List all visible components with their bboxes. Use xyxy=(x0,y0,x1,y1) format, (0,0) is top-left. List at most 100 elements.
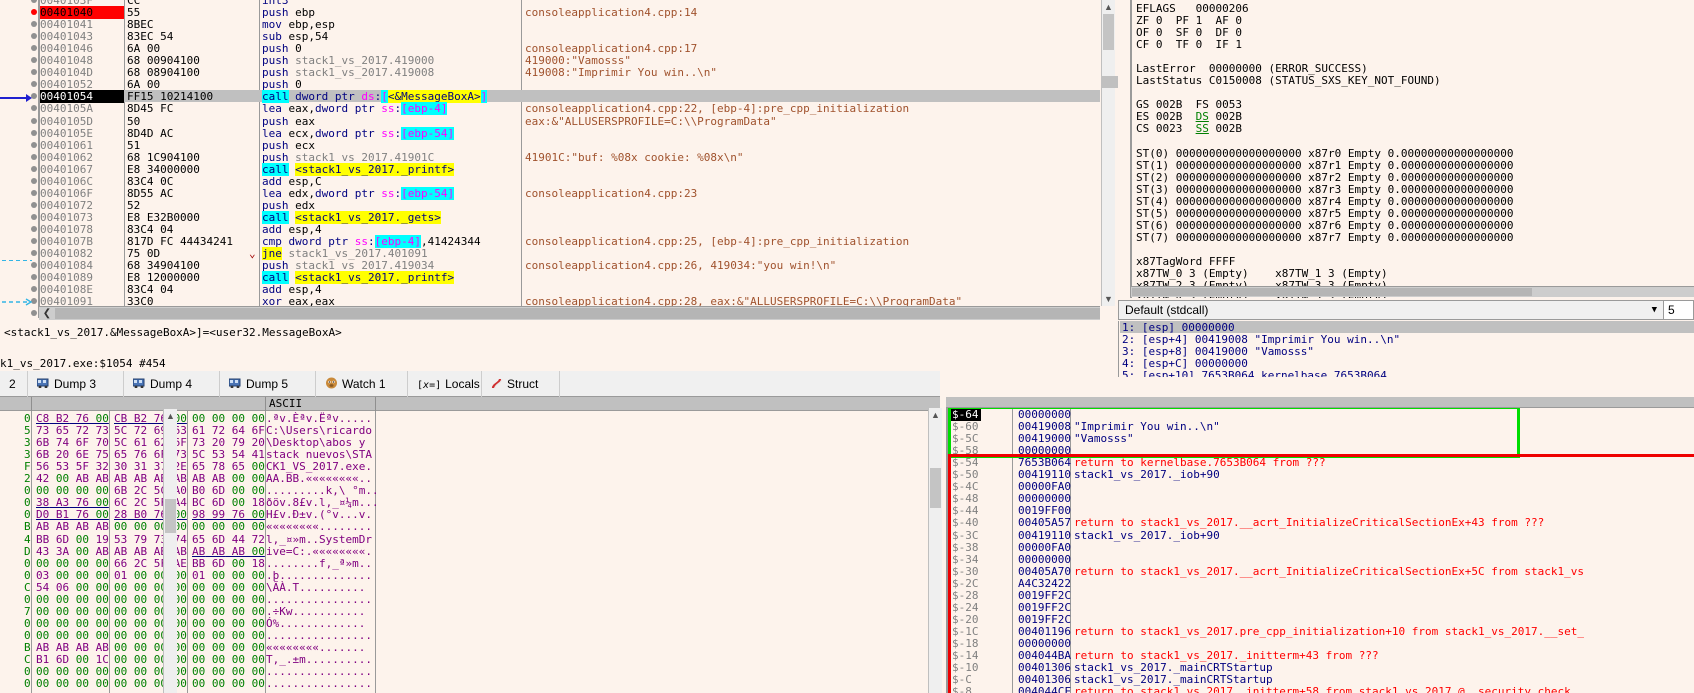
stack-value[interactable]: 00419008 xyxy=(1018,420,1071,433)
bullet-icon[interactable] xyxy=(31,129,37,136)
stack-row[interactable]: $-14 004044BA return to stack1_vs_2017._in… xyxy=(946,649,1694,662)
stack-offset[interactable]: $-48 xyxy=(952,492,979,505)
dump-ascii[interactable]: \Desktop\abos y xyxy=(266,436,372,449)
stack-row[interactable]: $-10 00401306 stack1_vs_2017._mainCRTStart… xyxy=(946,661,1694,674)
dump-hex-group[interactable]: 00 00 00 00 xyxy=(36,593,109,606)
stack-offset[interactable]: $-38 xyxy=(952,541,979,554)
stack-row[interactable]: $-1C 00401196 return to stack1_vs_2017.pre… xyxy=(946,625,1694,638)
dump-hex-group[interactable]: C8 B2 76 00 xyxy=(36,412,109,425)
register-line[interactable]: ST(4) 0000000000000000000 x87r4 Empty 0.… xyxy=(1136,195,1514,208)
instruction-bytes[interactable]: 68 00904100 xyxy=(127,54,200,67)
bullet-icon[interactable] xyxy=(31,238,37,244)
dump-vscrollbar[interactable]: ▲ xyxy=(163,409,177,693)
instruction-text[interactable]: push stack1_vs_2017.419034 xyxy=(262,259,434,272)
argument-row[interactable]: 5: [esp+10] 7653B064 kernelbase.7653B064 xyxy=(1120,369,1694,377)
disassembly-panel[interactable]: 0040103F CC int3 00401040 55 push ebp consolea… xyxy=(0,0,1100,318)
dump-ascii[interactable]: T,_.±m.......... xyxy=(266,653,372,666)
stack-comment[interactable]: stack1_vs_2017._iob+90 xyxy=(1074,529,1220,542)
dump-ascii[interactable]: C:\Users\ricardo xyxy=(266,424,372,437)
stack-value[interactable]: 00405A70 xyxy=(1018,565,1071,578)
stack-row[interactable]: $-50 00419110 stack1_vs_2017._iob+90 xyxy=(946,468,1694,481)
instruction-bytes[interactable]: 8D55 AC xyxy=(127,187,173,200)
stack-scroll-up-icon[interactable]: ▲ xyxy=(929,408,942,422)
instruction-comment[interactable]: consoleapplication4.cpp:23 xyxy=(525,187,697,200)
stack-offset[interactable]: $-50 xyxy=(952,468,979,481)
dump-hex-group[interactable]: 73 20 79 20 xyxy=(192,436,265,449)
register-line[interactable]: GS 002B FS 0053 xyxy=(1136,98,1514,111)
register-line[interactable]: CF 0 TF 0 IF 1 xyxy=(1136,38,1514,51)
register-line[interactable]: ST(6) 0000000000000000000 x87r6 Empty 0.… xyxy=(1136,219,1514,232)
stack-value[interactable]: 00401306 xyxy=(1018,661,1071,674)
instruction-address[interactable]: 00401072 xyxy=(40,199,124,212)
instruction-address[interactable]: 00401040 xyxy=(40,6,124,20)
dump-ascii[interactable]: .÷Kw........... xyxy=(266,605,365,618)
bullet-icon[interactable] xyxy=(31,262,37,269)
instruction-text[interactable]: jne stack1_vs_2017.401091 xyxy=(262,247,428,261)
dump-row[interactable]: 3 6B 74 6F 70 5C 61 62 6F 73 20 79 20 \Deskt… xyxy=(0,436,940,449)
stack-row[interactable]: $-18 00000000 xyxy=(946,637,1694,650)
dump-row[interactable]: D 43 3A 00 AB AB AB AB AB AB AB AB 00 ive=C:… xyxy=(0,545,940,558)
dump-ascii[interactable]: AA.BB.««««««««.. xyxy=(266,472,372,485)
stack-row[interactable]: $-8 004044CF return to stack1_vs_2017._ini… xyxy=(946,685,1694,693)
bullet-icon[interactable] xyxy=(31,225,37,232)
instruction-bytes[interactable]: E8 E32B0000 xyxy=(127,211,200,224)
stack-comment[interactable]: stack1_vs_2017._mainCRTStartup xyxy=(1074,661,1273,674)
stack-row[interactable]: $-4C 00000FA0 xyxy=(946,480,1694,493)
bullet-icon[interactable] xyxy=(31,117,37,124)
instruction-text[interactable]: push stack1_vs_2017.41901C xyxy=(262,151,434,164)
bullet-icon[interactable] xyxy=(31,105,37,112)
stack-offset[interactable]: $-10 xyxy=(952,661,979,674)
stack-value[interactable]: 7653B064 xyxy=(1018,456,1071,469)
instruction-bytes[interactable]: 83C4 04 xyxy=(127,283,173,296)
arguments-panel[interactable]: 1: [esp] 00000000 2: [esp+4] 00419008 "Im… xyxy=(1118,321,1694,377)
register-line[interactable]: ES 002B DS 002B xyxy=(1136,110,1514,123)
stack-value[interactable]: 0019FF2C xyxy=(1018,589,1071,602)
instruction-bytes[interactable]: 8BEC xyxy=(127,18,154,31)
instruction-comment[interactable]: consoleapplication4.cpp:14 xyxy=(525,6,697,19)
stack-offset[interactable]: $-8 xyxy=(952,685,972,693)
disassembly-vscrollbar[interactable]: ▲ ▼ xyxy=(1101,0,1115,306)
instruction-text[interactable]: add esp,C xyxy=(262,175,322,188)
dump-hex-group[interactable]: BB 6D 00 19 xyxy=(36,533,109,546)
stack-value[interactable]: 0019FF00 xyxy=(1018,504,1071,517)
dump-hex-group[interactable]: AB AB AB AB xyxy=(36,520,109,533)
chevron-down-icon[interactable]: ▼ xyxy=(1652,305,1657,315)
dump-col-hex[interactable] xyxy=(32,397,266,411)
stack-offset[interactable]: $-44 xyxy=(952,504,979,517)
dump-row[interactable]: B AB AB AB AB 00 00 00 00 00 00 00 00 ««««««… xyxy=(0,520,940,533)
stack-value[interactable]: 00419000 xyxy=(1018,432,1071,445)
scroll-left-icon[interactable]: ❮ xyxy=(39,307,55,320)
stack-row[interactable]: $-58 00000000 xyxy=(946,444,1694,457)
tab-dump-5[interactable]: Dump 5 xyxy=(220,371,316,397)
register-line[interactable]: LastError 00000000 (ERROR_SUCCESS) xyxy=(1136,62,1514,75)
instruction-bytes[interactable]: 8D4D AC xyxy=(127,127,173,140)
stack-comment[interactable]: return to stack1_vs_2017._initterm+58 fr… xyxy=(1074,685,1577,693)
dump-row[interactable]: 5 73 65 72 73 5C 72 69 63 61 72 64 6F C:\Use… xyxy=(0,424,940,437)
instruction-address[interactable]: 0040106F xyxy=(40,187,124,200)
instruction-bytes[interactable]: 68 1C904100 xyxy=(127,151,200,164)
dump-row[interactable]: B AB AB AB AB 00 00 00 00 00 00 00 00 ««««««… xyxy=(0,641,940,654)
instruction-text[interactable]: call dword ptr ds:[<&MessageBoxA>] xyxy=(262,90,488,104)
instruction-bytes[interactable]: 83EC 54 xyxy=(127,30,173,43)
instruction-text[interactable]: push edx xyxy=(262,199,315,212)
dump-row[interactable]: 4 BB 6D 00 19 53 79 73 74 65 6D 44 72 l,_¤»m… xyxy=(0,533,940,546)
vscroll-thumb[interactable] xyxy=(1103,14,1114,50)
dump-hex-group[interactable]: 65 78 65 00 xyxy=(192,460,265,473)
dump-column-headers[interactable]: ASCII xyxy=(0,397,940,411)
bullet-icon[interactable] xyxy=(31,189,37,196)
disassembly-rows[interactable]: 0040103F CC int3 00401040 55 push ebp consolea… xyxy=(0,0,1100,318)
dump-row[interactable]: 0 C8 B2 76 00 CB B2 76 00 00 00 00 00 .ªv.Èª… xyxy=(0,412,940,425)
dump-ascii[interactable]: ««««««««........ xyxy=(266,520,372,533)
instruction-comment[interactable]: eax:&"ALLUSERSPROFILE=C:\\ProgramData" xyxy=(525,115,777,128)
dump-row[interactable]: C 54 06 00 00 00 00 00 00 00 00 00 00 \ÃÀ.T.… xyxy=(0,581,940,594)
dump-hex-group[interactable]: 00 00 00 00 xyxy=(36,484,109,497)
register-line[interactable]: ST(5) 0000000000000000000 x87r5 Empty 0.… xyxy=(1136,207,1514,220)
dump-hex-group[interactable]: AB AB AB 00 xyxy=(192,545,265,558)
instruction-bytes[interactable]: E8 12000000 xyxy=(127,271,200,284)
dump-ascii[interactable]: ................ xyxy=(266,677,372,690)
stack-value[interactable]: 00000000 xyxy=(1018,553,1071,566)
dump-row[interactable]: 0 D0 B1 76 00 28 B0 76 00 98 99 76 00 H£v.Ð±… xyxy=(0,508,940,521)
dump-hex-group[interactable]: 01 00 00 00 xyxy=(192,569,265,582)
stack-offset[interactable]: $-18 xyxy=(952,637,979,650)
stack-offset[interactable]: $-1C xyxy=(952,625,979,638)
